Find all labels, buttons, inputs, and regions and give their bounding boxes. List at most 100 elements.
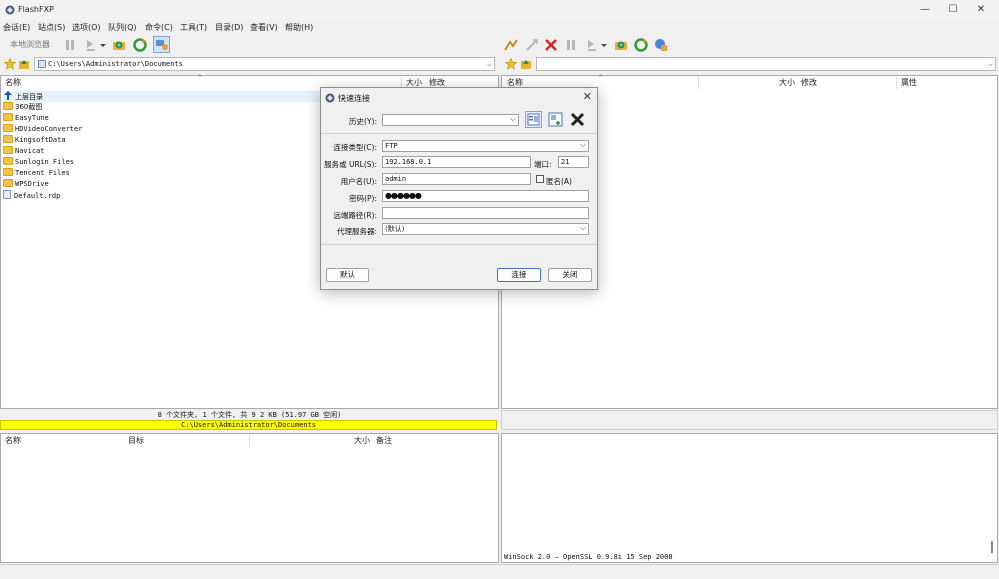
divider xyxy=(321,133,597,134)
list-item[interactable]: KingsoftData xyxy=(3,135,66,146)
list-item[interactable]: Default.rdp xyxy=(3,190,60,201)
close-window-button[interactable]: ✕ xyxy=(965,2,997,18)
chevron-down-icon[interactable] xyxy=(99,38,107,52)
item-name: EasyTune xyxy=(15,114,49,122)
folder-icon xyxy=(3,179,13,187)
add-to-sites-icon[interactable] xyxy=(547,111,564,128)
chevron-down-icon[interactable] xyxy=(600,38,608,52)
col-attributes-header[interactable]: 属性 xyxy=(901,76,917,90)
folder-sync-icon[interactable] xyxy=(112,38,126,52)
pause-icon[interactable] xyxy=(564,38,578,52)
list-item[interactable]: HDVideoConverter xyxy=(3,124,82,135)
default-button[interactable]: 默认 xyxy=(326,268,369,282)
history-combo[interactable]: ⌵ xyxy=(382,114,519,126)
connection-type-label: 连接类型(C): xyxy=(333,143,377,152)
queue-col-note-header[interactable]: 备注 xyxy=(376,434,392,448)
parent-folder-icon[interactable] xyxy=(18,58,30,70)
col-size-header[interactable]: 大小 xyxy=(779,76,795,90)
connect-button[interactable]: 连接 xyxy=(497,268,541,282)
menu-bar: 会话(E) 站点(S) 选项(O) 队列(Q) 命令(C) 工具(T) 目录(D… xyxy=(0,20,999,34)
menu-tools[interactable]: 工具(T) xyxy=(180,22,207,33)
proxy-select[interactable]: (默认) ⌵ xyxy=(382,223,589,235)
menu-directory[interactable]: 目录(D) xyxy=(215,22,243,33)
right-path-input[interactable]: ⌵ xyxy=(536,57,996,71)
status-bar xyxy=(0,564,999,579)
password-label: 密码(P): xyxy=(349,194,377,203)
list-item[interactable]: Navicat xyxy=(3,146,45,157)
list-item[interactable]: 360截图 xyxy=(3,102,42,113)
menu-options[interactable]: 选项(O) xyxy=(72,22,101,33)
chevron-down-icon: ⌵ xyxy=(509,114,516,123)
left-path-input[interactable]: C:\Users\Administrator\Documents ⌵ xyxy=(34,57,495,71)
chevron-down-icon[interactable]: ⌵ xyxy=(988,58,993,70)
menu-queue[interactable]: 队列(Q) xyxy=(108,22,137,33)
queue-col-size-header[interactable]: 大小 xyxy=(354,434,370,448)
item-name: 上层目录 xyxy=(15,93,43,101)
quick-connect-dialog: 快速连接 ✕ 历史(Y): ⌵ 连接类型(C): FTP ⌵ 服务或 URL(S… xyxy=(320,87,598,290)
delete-history-icon[interactable] xyxy=(569,111,586,128)
rdp-file-icon xyxy=(3,190,11,199)
site-manager-icon[interactable] xyxy=(654,38,668,52)
port-input[interactable]: 21 xyxy=(558,156,589,168)
list-item[interactable]: EasyTune xyxy=(3,113,49,124)
menu-sites[interactable]: 站点(S) xyxy=(38,22,65,33)
server-url-input[interactable]: 192.168.0.1 xyxy=(382,156,531,168)
favorite-star-icon[interactable] xyxy=(505,58,517,70)
divider xyxy=(321,244,597,245)
drive-icon xyxy=(38,60,46,68)
server-url-label: 服务或 URL(S): xyxy=(324,160,377,169)
close-button[interactable]: 关闭 xyxy=(548,268,592,282)
dialog-close-button[interactable]: ✕ xyxy=(583,90,592,103)
col-modified-header[interactable]: 修改 xyxy=(801,76,817,90)
right-path-bar: ⌵ xyxy=(500,56,999,72)
col-separator[interactable] xyxy=(249,435,250,447)
left-path-status: C:\Users\Administrator\Documents xyxy=(0,420,497,430)
parent-folder-icon[interactable] xyxy=(520,58,532,70)
chevron-down-icon[interactable]: ⌵ xyxy=(487,58,492,70)
item-name: HDVideoConverter xyxy=(15,125,83,133)
connect-icon[interactable] xyxy=(153,36,170,53)
disconnect-icon[interactable] xyxy=(525,38,539,52)
item-name: Sunlogin Files xyxy=(15,158,75,166)
password-input[interactable]: ●●●●●● xyxy=(382,190,589,202)
list-item[interactable]: Tencent Files xyxy=(3,168,70,179)
pause-icon[interactable] xyxy=(63,38,77,52)
col-separator[interactable] xyxy=(896,77,897,89)
menu-session[interactable]: 会话(E) xyxy=(3,22,30,33)
item-name: Tencent Files xyxy=(15,169,70,177)
queue-col-name-header[interactable]: 名称 xyxy=(5,434,21,448)
list-item[interactable]: Sunlogin Files xyxy=(3,157,74,168)
favorite-star-icon[interactable] xyxy=(4,58,16,70)
menu-help[interactable]: 帮助(H) xyxy=(285,22,313,33)
refresh-icon[interactable] xyxy=(133,38,147,52)
chevron-down-icon: ⌵ xyxy=(579,223,586,232)
remote-path-input[interactable] xyxy=(382,207,589,219)
queue-col-target-header[interactable]: 目标 xyxy=(128,434,144,448)
connection-type-select[interactable]: FTP ⌵ xyxy=(382,140,589,152)
local-browser-label[interactable]: 本地浏览器 xyxy=(10,39,50,50)
folder-icon xyxy=(3,102,13,110)
list-item[interactable]: WPSDrive xyxy=(3,179,49,190)
col-separator[interactable] xyxy=(698,77,699,89)
log-scrollbar-thumb[interactable] xyxy=(991,541,993,553)
transfer-icon[interactable] xyxy=(585,38,599,52)
folder-icon xyxy=(3,168,13,176)
history-label: 历史(Y): xyxy=(349,117,377,126)
transfer-icon[interactable] xyxy=(84,38,98,52)
menu-view[interactable]: 查看(V) xyxy=(250,22,278,33)
site-manager-icon[interactable] xyxy=(525,111,542,128)
flashfxp-logo-icon xyxy=(325,93,335,103)
title-bar: FlashFXP — ☐ ✕ xyxy=(0,0,999,20)
proxy-value: (默认) xyxy=(385,225,405,233)
col-name-header[interactable]: 名称 xyxy=(5,76,21,90)
window-title: FlashFXP xyxy=(18,5,54,14)
refresh-icon[interactable] xyxy=(634,38,648,52)
abort-icon[interactable] xyxy=(544,38,558,52)
anonymous-checkbox[interactable] xyxy=(536,175,544,183)
left-path-text: C:\Users\Administrator\Documents xyxy=(48,60,183,68)
sort-indicator-icon: ^ xyxy=(197,74,203,82)
menu-commands[interactable]: 命令(C) xyxy=(145,22,173,33)
quick-connect-icon[interactable] xyxy=(504,38,518,52)
folder-sync-icon[interactable] xyxy=(614,38,628,52)
username-input[interactable]: admin xyxy=(382,173,531,185)
